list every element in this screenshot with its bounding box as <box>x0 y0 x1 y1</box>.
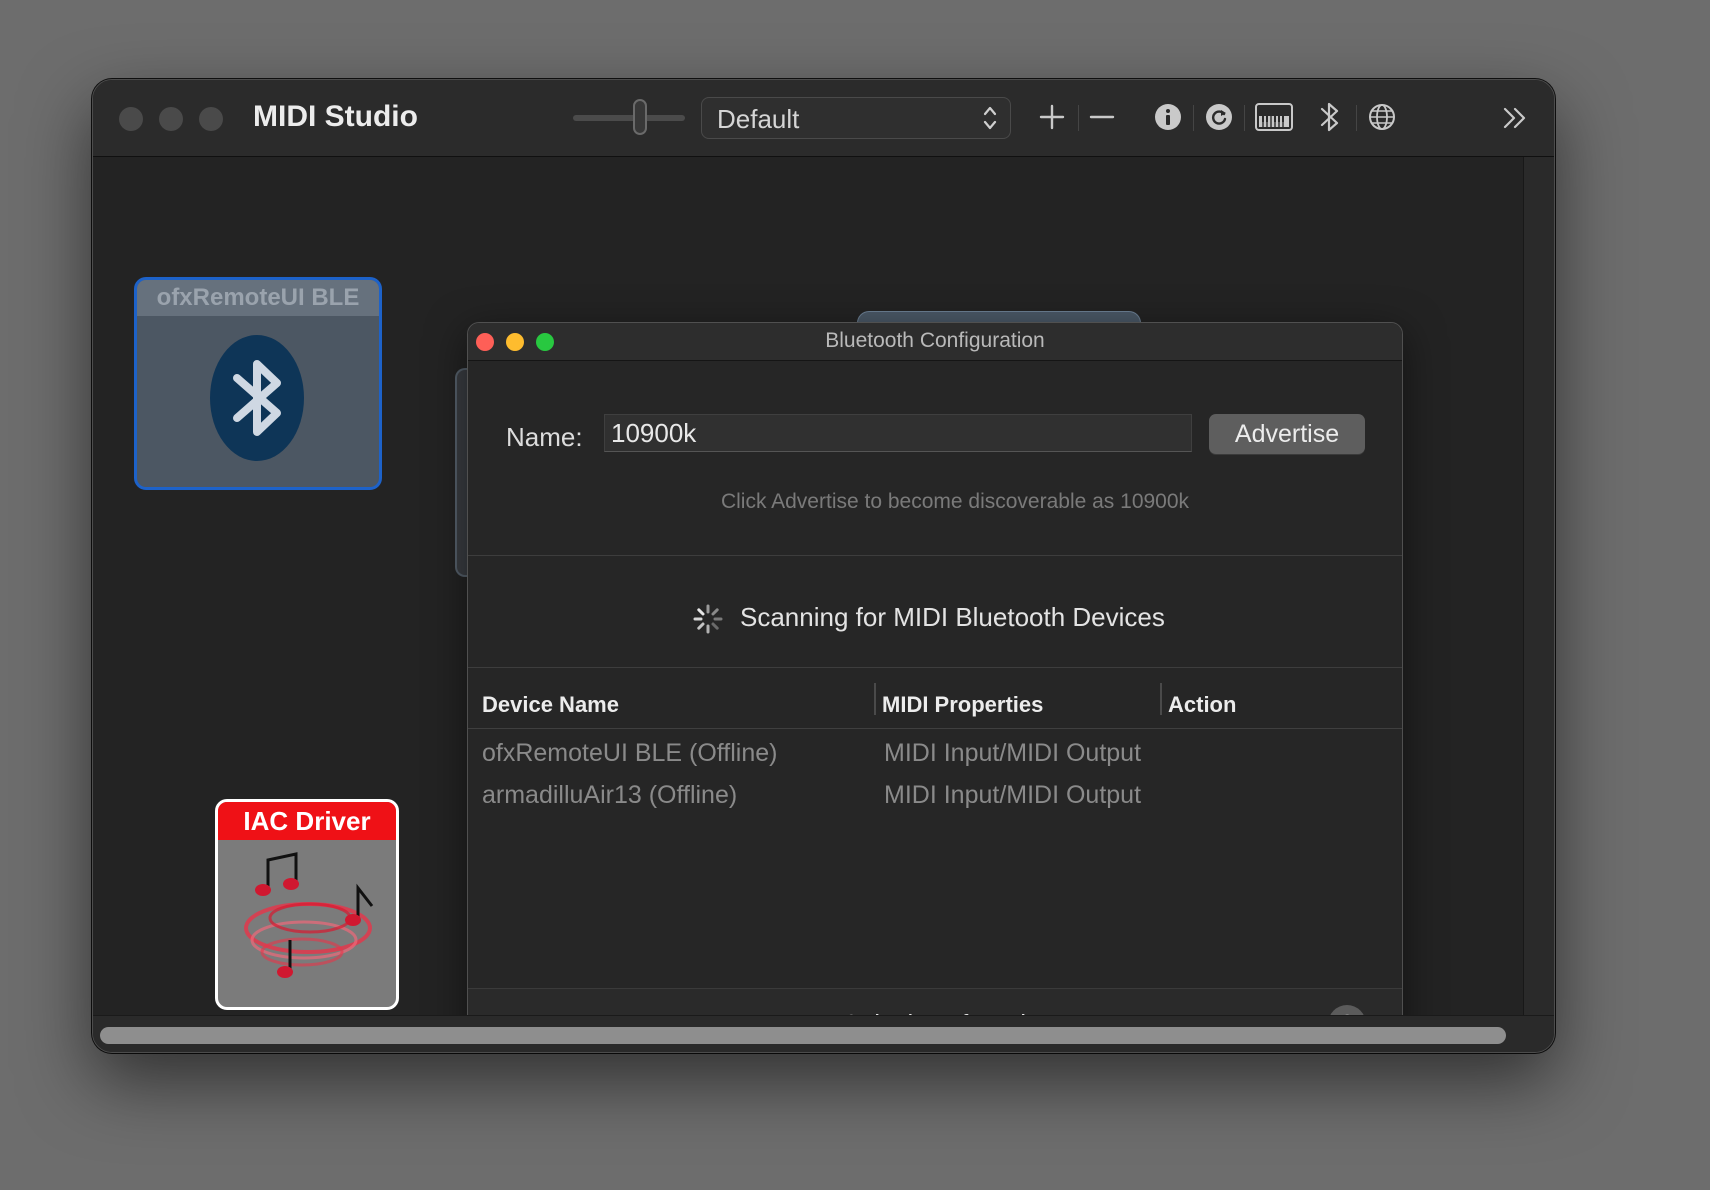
dialog-title: Bluetooth Configuration <box>825 329 1045 352</box>
configuration-popup[interactable]: Default <box>701 97 1011 139</box>
horizontal-scrollbar[interactable] <box>93 1015 1554 1052</box>
midi-properties-cell: MIDI Input/MIDI Output <box>884 781 1142 809</box>
window-title: MIDI Studio <box>253 100 418 133</box>
name-label: Name: <box>506 422 583 452</box>
configuration-popup-value: Default <box>717 104 800 134</box>
toolbar-separator <box>1356 105 1357 131</box>
device-iac-label: IAC Driver <box>218 802 396 840</box>
info-icon[interactable] <box>1153 102 1183 132</box>
section-divider <box>468 667 1402 668</box>
device-ble[interactable]: ofxRemoteUI BLE <box>134 277 382 490</box>
overflow-chevron-icon[interactable] <box>1501 104 1529 132</box>
music-notes-icon <box>244 852 374 978</box>
toolbar-separator <box>1078 105 1079 131</box>
bluetooth-configuration-dialog: Bluetooth Configuration Name: Advertise … <box>467 322 1403 1052</box>
column-header-midi-properties[interactable]: MIDI Properties <box>882 692 1043 718</box>
toolbar-separator <box>1244 105 1245 131</box>
advertise-hint: Click Advertise to become discoverable a… <box>720 490 1190 513</box>
name-field[interactable] <box>604 414 1192 452</box>
device-ble-label: ofxRemoteUI BLE <box>137 280 379 316</box>
device-name-cell: ofxRemoteUI BLE (Offline) <box>482 739 778 767</box>
icon-size-slider[interactable] <box>573 115 685 121</box>
rescan-icon[interactable] <box>1204 102 1234 132</box>
minus-icon[interactable] <box>1089 104 1115 130</box>
zoom-window-button[interactable] <box>199 107 223 131</box>
column-header-device-name[interactable]: Device Name <box>482 692 619 718</box>
column-separator[interactable] <box>874 683 876 715</box>
spinner-icon <box>693 604 723 634</box>
column-header-action[interactable]: Action <box>1168 692 1236 718</box>
toolbar-separator <box>1193 105 1194 131</box>
table-header-divider <box>468 728 1402 729</box>
keyboard-icon[interactable] <box>1255 103 1293 131</box>
slider-knob[interactable] <box>633 99 647 135</box>
vertical-scrollbar[interactable] <box>1524 157 1554 1015</box>
bluetooth-icon[interactable] <box>1319 100 1341 134</box>
column-separator[interactable] <box>1160 683 1162 715</box>
section-divider <box>468 555 1402 556</box>
device-name-cell: armadilluAir13 (Offline) <box>482 781 738 809</box>
device-iac-driver[interactable]: IAC Driver <box>215 799 399 1010</box>
midi-properties-cell: MIDI Input/MIDI Output <box>884 739 1142 767</box>
advertise-button[interactable]: Advertise <box>1209 414 1365 454</box>
close-window-button[interactable] <box>119 107 143 131</box>
network-globe-icon[interactable] <box>1367 102 1397 132</box>
chevron-updown-icon <box>983 106 997 130</box>
scanning-status: Scanning for MIDI Bluetooth Devices <box>740 602 1165 632</box>
midi-studio-window: MIDI Studio Default ofxRemoteUI BLE IAC … <box>92 79 1555 1053</box>
minimize-window-button[interactable] <box>159 107 183 131</box>
plus-icon[interactable] <box>1039 104 1065 130</box>
horizontal-scrollbar-thumb[interactable] <box>100 1027 1506 1044</box>
dialog-titlebar: Bluetooth Configuration <box>468 323 1402 361</box>
device-canvas[interactable]: ofxRemoteUI BLE IAC Driver Bluetooth Con… <box>93 157 1524 1052</box>
window-toolbar: MIDI Studio Default <box>93 80 1554 157</box>
bluetooth-icon <box>210 335 304 461</box>
